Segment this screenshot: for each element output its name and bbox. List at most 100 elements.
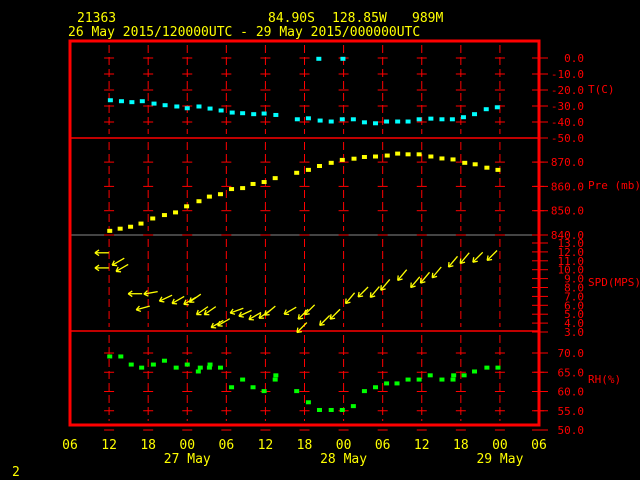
x-tick-label: 06 xyxy=(219,438,235,453)
rh-point xyxy=(461,373,467,378)
station-lon: 128.85W xyxy=(332,11,387,26)
pressure-point xyxy=(117,226,123,231)
wind-arrow xyxy=(447,255,459,268)
wind-arrow-head xyxy=(304,309,307,315)
pressure-point xyxy=(229,187,235,192)
rh-point xyxy=(373,385,379,390)
wind-arrow xyxy=(410,276,421,289)
y-tick-label: 3.0 xyxy=(564,326,584,339)
x-tick-label: 12 xyxy=(101,438,117,453)
pressure-point xyxy=(138,221,144,226)
pressure-point xyxy=(128,224,134,229)
rh-point xyxy=(207,362,213,367)
pressure-point xyxy=(217,192,223,197)
pressure-point xyxy=(316,163,322,168)
x-tick-label: 06 xyxy=(62,438,78,453)
rh-point xyxy=(439,377,445,382)
rh-point xyxy=(273,373,279,378)
x-tick-label: 06 xyxy=(531,438,547,453)
temperature-point xyxy=(273,112,279,117)
wind-arrow-head xyxy=(357,291,360,298)
y-tick-label: 850.0 xyxy=(551,205,584,218)
rh-point xyxy=(261,389,267,394)
temperature-point xyxy=(218,108,224,113)
x-tick-label: 00 xyxy=(492,438,508,453)
y-tick-label: -10.0 xyxy=(551,68,584,81)
wind-arrow-shaft xyxy=(472,251,484,263)
pressure-point xyxy=(339,157,345,162)
x-date-label: 29 May xyxy=(476,452,523,467)
wind-arrow-head xyxy=(329,314,332,320)
pressure-point xyxy=(305,167,311,172)
temperature-point xyxy=(405,119,411,124)
rh-point xyxy=(495,365,501,370)
temperature-point xyxy=(261,111,267,116)
wind-arrow xyxy=(115,263,129,273)
temperature-point xyxy=(384,119,390,124)
station-id: 21363 xyxy=(77,11,116,26)
temperature-point xyxy=(472,112,478,117)
rh-point xyxy=(195,369,201,374)
pressure-point xyxy=(161,213,167,218)
rh-point xyxy=(361,389,367,394)
temperature-point xyxy=(373,121,379,126)
wind-arrow xyxy=(329,308,341,320)
y-tick-label: -20.0 xyxy=(551,84,584,97)
y-tick-label: 860.0 xyxy=(551,180,584,193)
wind-arrow xyxy=(143,290,158,297)
wind-arrow-shaft xyxy=(329,308,341,320)
pressure-point xyxy=(373,154,379,159)
rh-point xyxy=(294,389,300,394)
wind-arrow xyxy=(283,306,297,316)
x-date-label: 28 May xyxy=(320,452,367,467)
rh-point xyxy=(384,381,390,386)
pressure-point xyxy=(240,186,246,191)
pressure-point xyxy=(351,156,357,161)
temperature-point xyxy=(328,119,334,124)
wind-arrow xyxy=(357,286,369,298)
wind-arrow-head xyxy=(297,314,300,320)
temperature-point xyxy=(207,106,213,111)
rh-point xyxy=(118,354,124,359)
panel-title: SPD(MPS) xyxy=(588,276,640,289)
meteogram-chart: 21363 84.90S 128.85W 989M 26 May 2015/12… xyxy=(12,11,640,480)
wind-arrow-head xyxy=(135,309,142,313)
wind-arrow-head xyxy=(472,257,475,263)
wind-arrow xyxy=(188,293,202,303)
x-tick-label: 12 xyxy=(414,438,430,453)
temperature-point xyxy=(139,99,145,104)
pressure-point xyxy=(196,199,202,204)
rh-point xyxy=(250,385,256,390)
wind-arrow xyxy=(486,250,498,262)
wind-arrow xyxy=(459,252,470,265)
rh-point xyxy=(128,362,134,367)
pressure-point xyxy=(484,165,490,170)
page-number: 2 xyxy=(12,465,20,480)
temperature-point xyxy=(439,117,445,122)
x-tick-label: 06 xyxy=(375,438,391,453)
pressure-point xyxy=(361,154,367,159)
wind-arrow xyxy=(380,279,391,291)
temperature-point xyxy=(129,100,135,105)
rh-point xyxy=(394,381,400,386)
rh-point xyxy=(150,362,156,367)
wind-arrow xyxy=(263,305,276,316)
wind-arrow xyxy=(171,295,185,305)
pressure-point xyxy=(261,180,267,185)
temperature-point xyxy=(494,105,500,110)
rh-point xyxy=(350,404,356,409)
y-tick-label: 70.0 xyxy=(558,347,585,360)
wind-arrow xyxy=(158,294,173,303)
pressure-point xyxy=(439,156,445,161)
temperature-point xyxy=(240,111,246,116)
pressure-point xyxy=(206,194,212,199)
y-tick-label: 50.0 xyxy=(558,424,585,437)
station-lat: 84.90S xyxy=(268,11,315,26)
rh-point xyxy=(427,373,433,378)
rh-point xyxy=(161,358,167,363)
temperature-point xyxy=(118,99,124,104)
temperature-point xyxy=(229,110,235,115)
rh-point xyxy=(316,407,322,412)
temperature-point xyxy=(184,106,190,111)
wind-arrow-head xyxy=(319,320,322,326)
